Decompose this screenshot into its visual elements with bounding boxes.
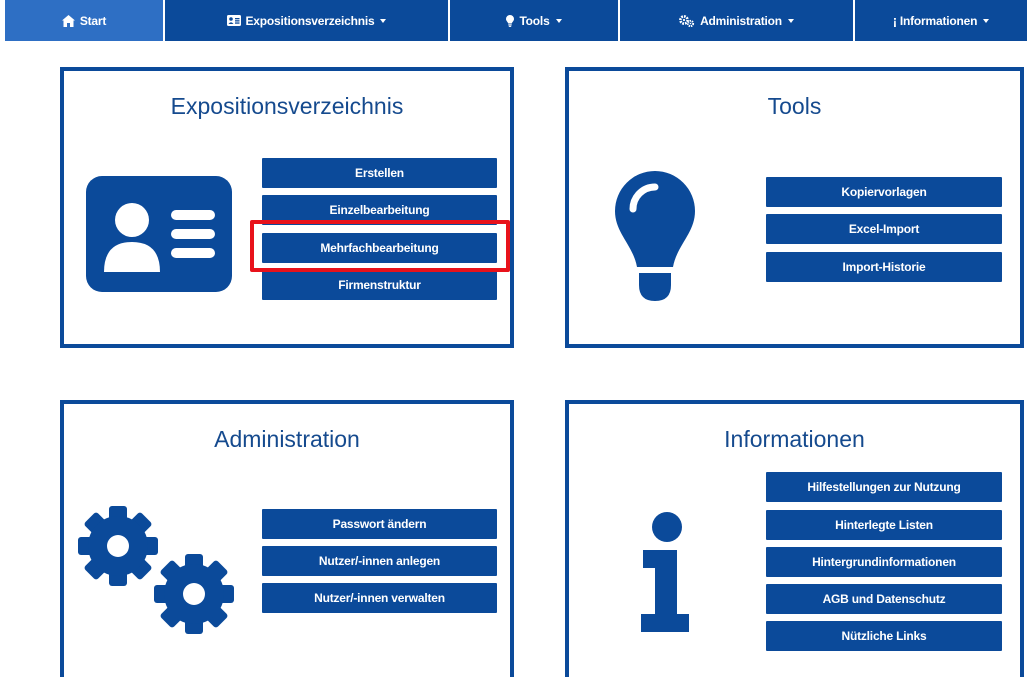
nav-informationen[interactable]: ¡ Informationen	[855, 0, 1027, 41]
chevron-down-icon	[555, 18, 562, 23]
gears-icon	[679, 14, 695, 27]
erstellen-button[interactable]: Erstellen	[262, 158, 497, 188]
nav-administration-label: Administration	[700, 13, 782, 28]
chevron-down-icon	[983, 18, 990, 23]
card-administration: Administration Passwort ändern Nutzer/-i…	[60, 400, 514, 677]
hintergrundinformationen-button[interactable]: Hintergrundinformationen	[766, 547, 1002, 577]
nav-tools[interactable]: Tools	[450, 0, 620, 41]
passwort-aendern-button[interactable]: Passwort ändern	[262, 509, 497, 539]
card-tools: Tools Kopiervorlagen Excel-Import Import…	[565, 67, 1024, 348]
nutzer-anlegen-button[interactable]: Nutzer/-innen anlegen	[262, 546, 497, 576]
mehrfachbearbeitung-button[interactable]: Mehrfachbearbeitung	[262, 233, 497, 263]
nuetzliche-links-button[interactable]: Nützliche Links	[766, 621, 1002, 651]
nav-expositionsverzeichnis[interactable]: Expositionsverzeichnis	[165, 0, 450, 41]
card-expositionsverzeichnis: Expositionsverzeichnis Erstellen Einzelb…	[60, 67, 514, 348]
top-navigation: Start Expositionsverzeichnis Tools Admin…	[5, 0, 1027, 41]
import-historie-button[interactable]: Import-Historie	[766, 252, 1002, 282]
nav-expositionsverzeichnis-label: Expositionsverzeichnis	[245, 13, 375, 28]
chevron-down-icon	[380, 18, 387, 23]
nutzer-verwalten-button[interactable]: Nutzer/-innen verwalten	[262, 583, 497, 613]
lightbulb-icon	[615, 171, 695, 301]
chevron-down-icon	[787, 18, 794, 23]
agb-datenschutz-button[interactable]: AGB und Datenschutz	[766, 584, 1002, 614]
nav-start-label: Start	[79, 13, 107, 28]
excel-import-button[interactable]: Excel-Import	[766, 214, 1002, 244]
nav-start[interactable]: Start	[5, 0, 165, 41]
info-icon	[641, 512, 689, 632]
card-title: Expositionsverzeichnis	[170, 93, 404, 119]
nav-informationen-label: Informationen	[899, 13, 978, 28]
firmenstruktur-button[interactable]: Firmenstruktur	[262, 270, 497, 300]
card-title: Administration	[214, 426, 360, 452]
nav-administration[interactable]: Administration	[620, 0, 855, 41]
id-card-icon	[226, 15, 241, 26]
einzelbearbeitung-button[interactable]: Einzelbearbeitung	[262, 195, 497, 225]
id-card-icon	[86, 176, 232, 292]
card-informationen: Informationen Hilfestellungen zur Nutzun…	[565, 400, 1024, 677]
lightbulb-icon	[506, 14, 515, 27]
gears-icon	[78, 506, 234, 634]
info-icon: ¡	[892, 13, 897, 28]
nav-tools-label: Tools	[519, 13, 550, 28]
hinterlegte-listen-button[interactable]: Hinterlegte Listen	[766, 510, 1002, 540]
hilfestellungen-button[interactable]: Hilfestellungen zur Nutzung	[766, 472, 1002, 502]
card-title: Tools	[767, 93, 822, 119]
home-icon	[61, 14, 75, 27]
kopiervorlagen-button[interactable]: Kopiervorlagen	[766, 177, 1002, 207]
card-title: Informationen	[724, 426, 865, 452]
